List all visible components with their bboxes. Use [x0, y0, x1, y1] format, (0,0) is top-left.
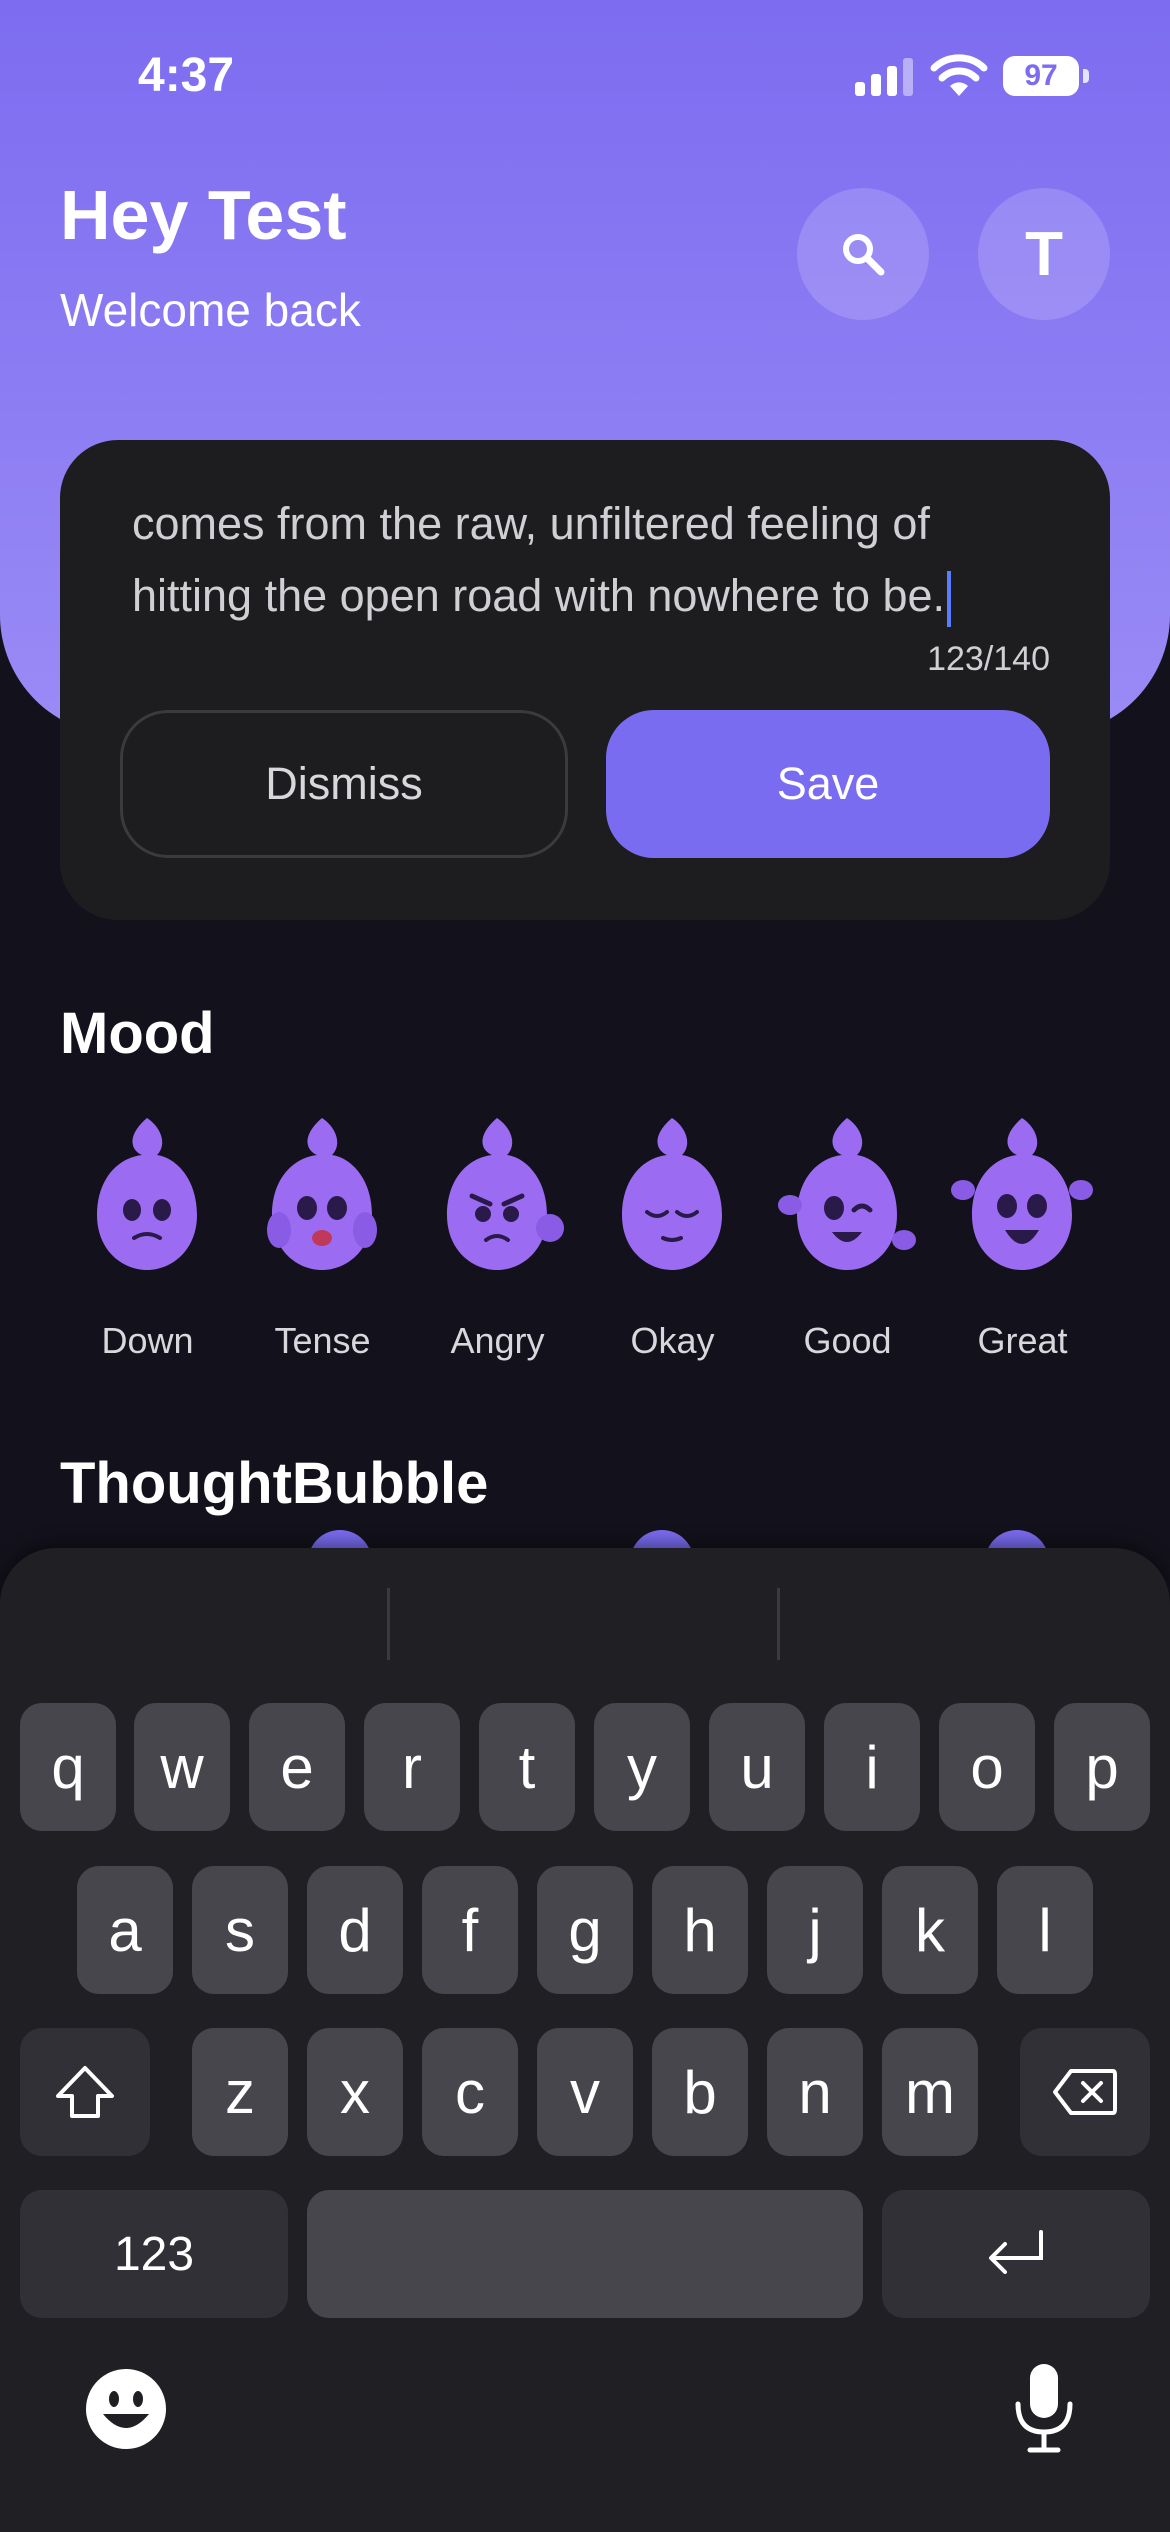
mood-label: Down	[101, 1320, 194, 1361]
key-e[interactable]: e	[249, 1703, 345, 1831]
mood-label: Great	[977, 1320, 1068, 1361]
key-b[interactable]: b	[652, 2028, 748, 2156]
excited-blob-icon	[951, 1118, 1093, 1270]
status-bar: 4:37 97	[0, 0, 1170, 150]
key-y[interactable]: y	[594, 1703, 690, 1831]
emoji-icon[interactable]	[85, 2368, 167, 2450]
suggestion-divider	[777, 1588, 780, 1660]
key-w[interactable]: w	[134, 1703, 230, 1831]
battery-level: 97	[1003, 56, 1079, 96]
dismiss-button[interactable]: Dismiss	[120, 710, 568, 858]
mood-label: Tense	[274, 1320, 371, 1361]
greeting-title: Hey Test	[60, 176, 347, 254]
key-m[interactable]: m	[882, 2028, 978, 2156]
battery-tip	[1083, 69, 1089, 83]
mood-selector: Down Tense Angry Okay Good Great	[60, 1110, 1110, 1370]
suggestion-divider	[387, 1588, 390, 1660]
character-counter: 123/140	[927, 640, 1050, 678]
key-h[interactable]: h	[652, 1866, 748, 1994]
key-a[interactable]: a	[77, 1866, 173, 1994]
avatar-button[interactable]: T	[978, 188, 1110, 320]
mood-option-angry[interactable]: Angry	[410, 1110, 585, 1370]
return-key[interactable]	[882, 2190, 1150, 2318]
numbers-key-label: 123	[113, 2227, 195, 2281]
key-u[interactable]: u	[709, 1703, 805, 1831]
mood-section-title: Mood	[60, 1001, 215, 1066]
key-v[interactable]: v	[537, 2028, 633, 2156]
sad-blob-icon	[97, 1118, 197, 1270]
calm-blob-icon	[622, 1118, 722, 1270]
search-icon	[843, 234, 885, 276]
key-r[interactable]: r	[364, 1703, 460, 1831]
text-cursor	[947, 571, 952, 628]
keyboard: q w e r t y u i o p a s d f g h j k l z …	[0, 1548, 1170, 2532]
backspace-icon	[1053, 2069, 1117, 2115]
shift-key[interactable]	[20, 2028, 150, 2156]
entry-text: comes from the raw, unfiltered feeling o…	[132, 498, 946, 621]
cellular-signal-icon	[855, 58, 913, 96]
status-time: 4:37	[138, 49, 235, 102]
mood-label: Angry	[450, 1320, 545, 1361]
space-key[interactable]	[307, 2190, 863, 2318]
mood-option-good[interactable]: Good	[760, 1110, 935, 1370]
save-button[interactable]: Save	[606, 710, 1050, 858]
entry-card: comes from the raw, unfiltered feeling o…	[60, 440, 1110, 920]
key-o[interactable]: o	[939, 1703, 1035, 1831]
thoughtbubble-section-title: ThoughtBubble	[60, 1451, 489, 1516]
mood-option-great[interactable]: Great	[935, 1110, 1110, 1370]
key-j[interactable]: j	[767, 1866, 863, 1994]
key-p[interactable]: p	[1054, 1703, 1150, 1831]
key-t[interactable]: t	[479, 1703, 575, 1831]
key-x[interactable]: x	[307, 2028, 403, 2156]
key-i[interactable]: i	[824, 1703, 920, 1831]
angry-blob-icon	[447, 1118, 564, 1270]
key-c[interactable]: c	[422, 2028, 518, 2156]
greeting-subtitle: Welcome back	[60, 284, 361, 336]
battery-icon: 97	[1003, 56, 1089, 96]
mood-option-tense[interactable]: Tense	[235, 1110, 410, 1370]
entry-text-area[interactable]: comes from the raw, unfiltered feeling o…	[132, 488, 1032, 632]
key-d[interactable]: d	[307, 1866, 403, 1994]
microphone-icon[interactable]	[1008, 2360, 1080, 2456]
backspace-key[interactable]	[1020, 2028, 1150, 2156]
numbers-key[interactable]: 123	[20, 2190, 288, 2318]
search-button[interactable]	[797, 188, 929, 320]
shift-icon	[56, 2066, 114, 2118]
return-icon	[989, 2230, 1043, 2274]
mood-option-down[interactable]: Down	[60, 1110, 235, 1370]
mood-label: Good	[803, 1320, 892, 1361]
scared-blob-icon	[267, 1118, 377, 1270]
wifi-icon	[930, 54, 988, 96]
wink-blob-icon	[778, 1118, 916, 1270]
mood-option-okay[interactable]: Okay	[585, 1110, 760, 1370]
key-n[interactable]: n	[767, 2028, 863, 2156]
key-z[interactable]: z	[192, 2028, 288, 2156]
mood-label: Okay	[630, 1320, 715, 1361]
key-s[interactable]: s	[192, 1866, 288, 1994]
key-q[interactable]: q	[20, 1703, 116, 1831]
key-l[interactable]: l	[997, 1866, 1093, 1994]
key-f[interactable]: f	[422, 1866, 518, 1994]
key-k[interactable]: k	[882, 1866, 978, 1994]
key-g[interactable]: g	[537, 1866, 633, 1994]
